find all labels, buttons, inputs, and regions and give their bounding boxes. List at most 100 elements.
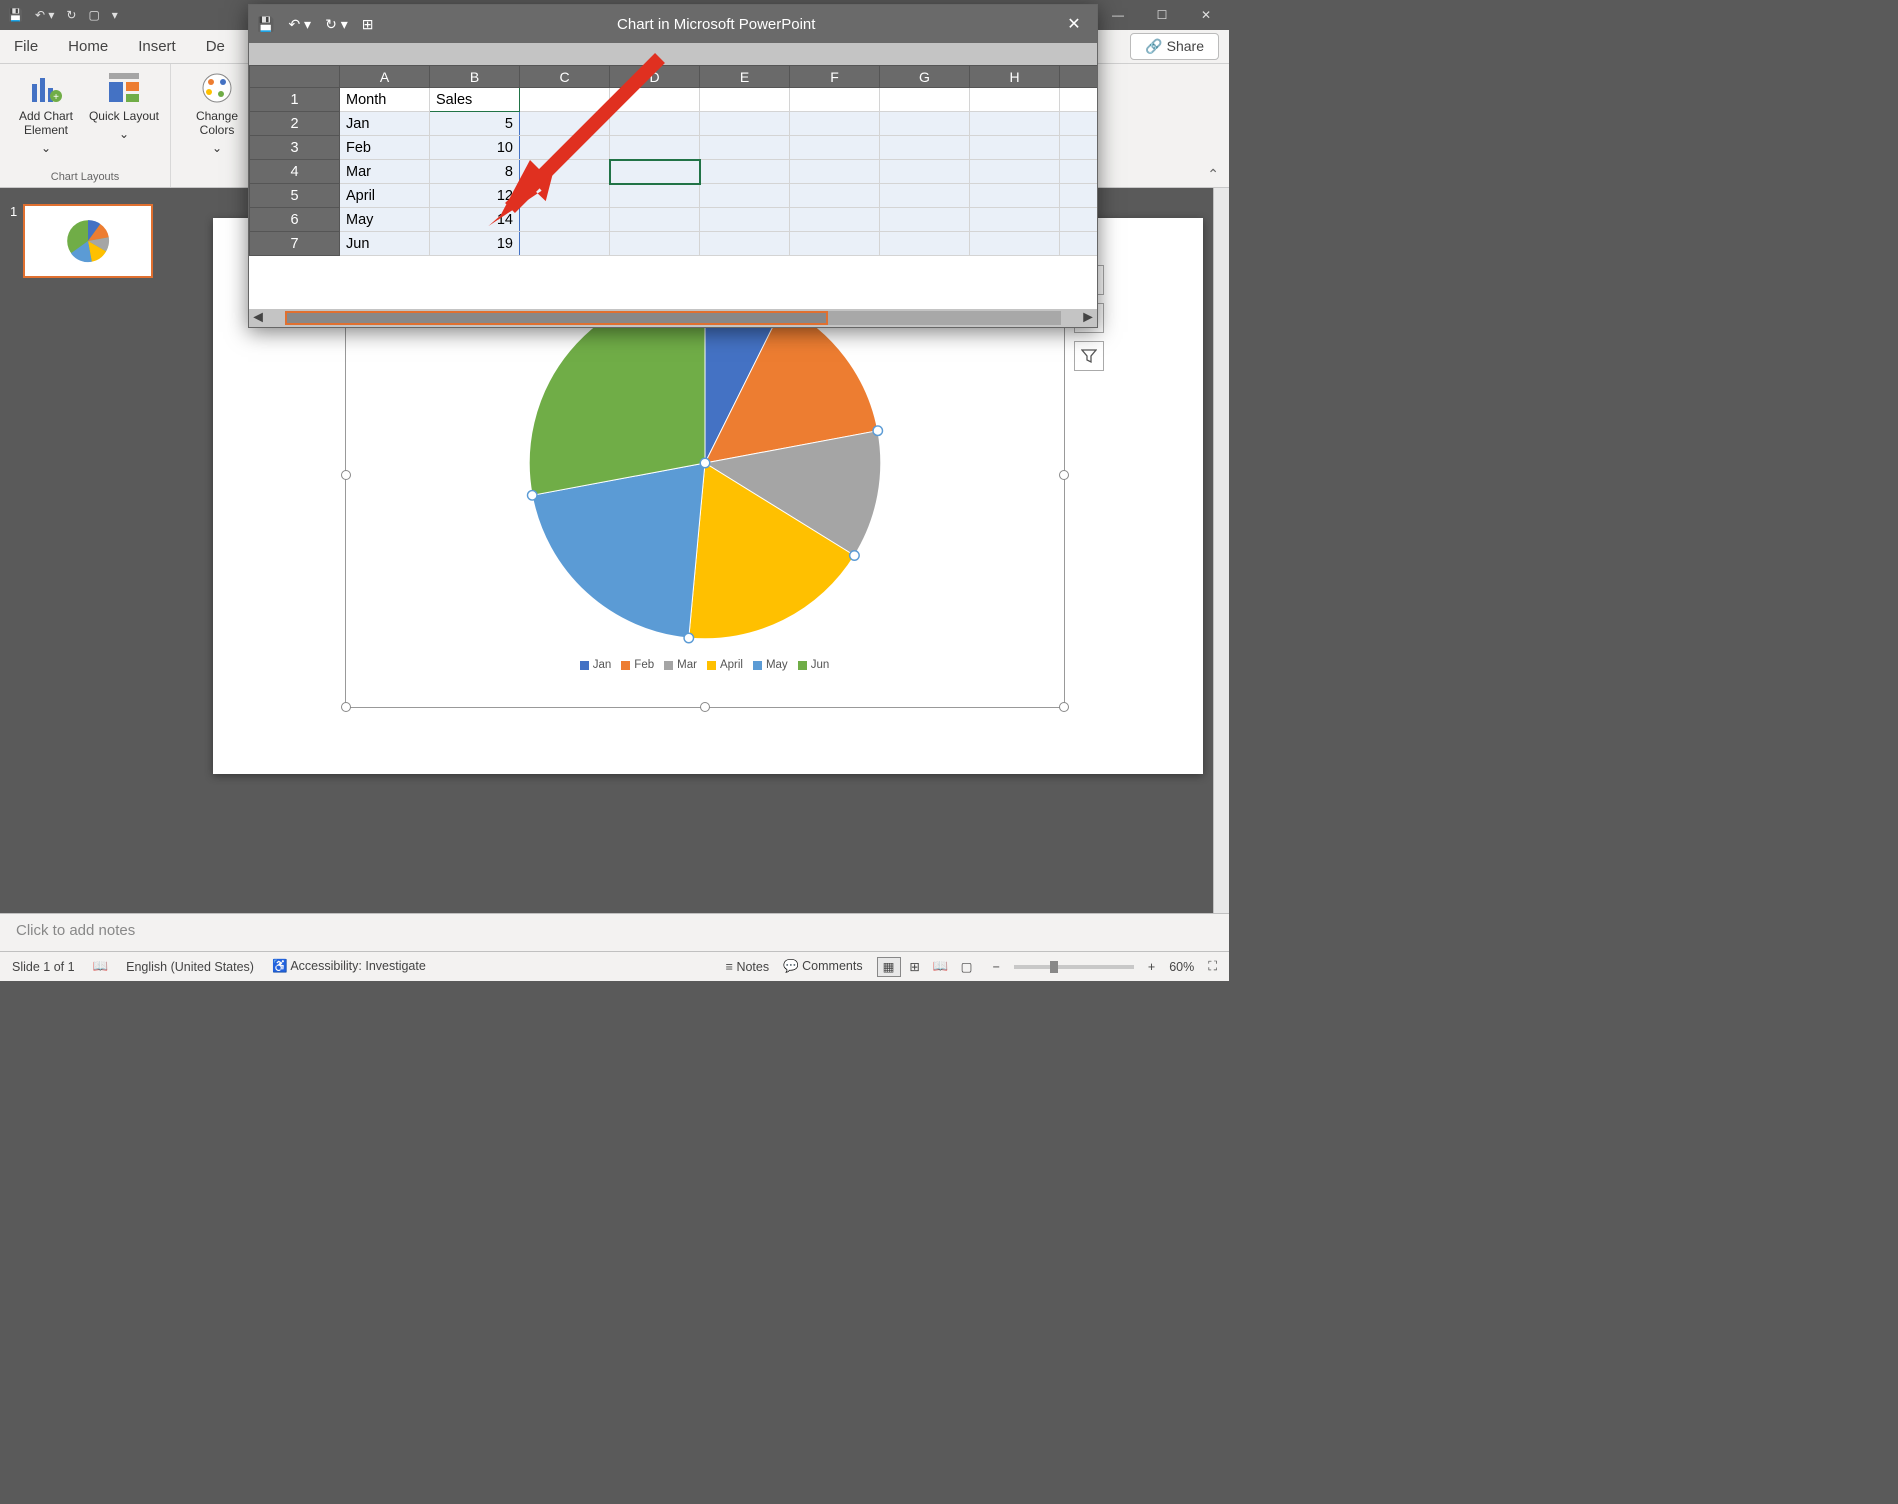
excel-edit-data-icon[interactable]: ⊞ — [362, 16, 374, 33]
quick-layout-button[interactable]: Quick Layout⌄ — [88, 70, 160, 155]
collapse-ribbon-icon[interactable]: ⌃ — [1197, 162, 1229, 187]
col-header-C[interactable]: C — [520, 66, 610, 88]
cell-E7[interactable] — [700, 232, 790, 256]
col-header-I[interactable]: I — [1060, 66, 1098, 88]
close-icon[interactable]: ✕ — [1191, 8, 1221, 22]
tab-insert[interactable]: Insert — [134, 32, 180, 61]
col-header-G[interactable]: G — [880, 66, 970, 88]
row-header-4[interactable]: 4 — [250, 160, 340, 184]
excel-redo-icon[interactable]: ↻ ▾ — [325, 16, 348, 33]
col-header-D[interactable]: D — [610, 66, 700, 88]
sorter-view-button[interactable]: ⊞ — [903, 957, 927, 977]
cell-H7[interactable] — [970, 232, 1060, 256]
legend-item[interactable]: Jan — [580, 659, 612, 671]
vertical-scrollbar[interactable] — [1213, 188, 1229, 913]
resize-handle[interactable] — [341, 470, 351, 480]
legend-item[interactable]: Jun — [798, 659, 830, 671]
accessibility-button[interactable]: ♿ Accessibility: Investigate — [272, 959, 426, 974]
cell-E6[interactable] — [700, 208, 790, 232]
cell-G6[interactable] — [880, 208, 970, 232]
cell-I2[interactable] — [1060, 112, 1098, 136]
comments-button[interactable]: 💬 Comments — [783, 959, 862, 974]
tab-design[interactable]: De — [202, 32, 229, 61]
spellcheck-icon[interactable]: 📖 — [93, 959, 109, 974]
chart-data-window[interactable]: 💾 ↶ ▾ ↻ ▾ ⊞ Chart in Microsoft PowerPoin… — [248, 4, 1098, 328]
thumbnail-1[interactable]: 1 — [10, 204, 176, 278]
legend-item[interactable]: Mar — [664, 659, 697, 671]
cell-B2[interactable]: 5 — [430, 112, 520, 136]
minimize-icon[interactable]: — — [1103, 8, 1133, 22]
excel-undo-icon[interactable]: ↶ ▾ — [288, 16, 311, 33]
slideshow-icon[interactable]: ▢ — [88, 8, 99, 22]
tab-home[interactable]: Home — [64, 32, 112, 61]
notes-pane[interactable]: Click to add notes — [0, 913, 1229, 951]
cell-F6[interactable] — [790, 208, 880, 232]
cell-F3[interactable] — [790, 136, 880, 160]
cell-G7[interactable] — [880, 232, 970, 256]
language-indicator[interactable]: English (United States) — [126, 960, 254, 974]
fit-to-window-button[interactable]: ⛶ — [1208, 959, 1217, 974]
cell-H6[interactable] — [970, 208, 1060, 232]
tab-file[interactable]: File — [10, 32, 42, 61]
cell-D3[interactable] — [610, 136, 700, 160]
cell-D1[interactable] — [610, 88, 700, 112]
cell-H4[interactable] — [970, 160, 1060, 184]
slideshow-view-button[interactable]: ▢ — [955, 957, 979, 977]
excel-h-scrollbar[interactable]: ◄ ► — [249, 309, 1097, 327]
cell-D7[interactable] — [610, 232, 700, 256]
cell-I1[interactable] — [1060, 88, 1098, 112]
cell-E5[interactable] — [700, 184, 790, 208]
scroll-left-icon[interactable]: ◄ — [249, 309, 267, 327]
cell-E1[interactable] — [700, 88, 790, 112]
cell-D5[interactable] — [610, 184, 700, 208]
cell-A6[interactable]: May — [340, 208, 430, 232]
cell-I4[interactable] — [1060, 160, 1098, 184]
notes-button[interactable]: ≡ Notes — [726, 960, 769, 974]
cell-G5[interactable] — [880, 184, 970, 208]
cell-A2[interactable]: Jan — [340, 112, 430, 136]
cell-A4[interactable]: Mar — [340, 160, 430, 184]
cell-C7[interactable] — [520, 232, 610, 256]
row-header-5[interactable]: 5 — [250, 184, 340, 208]
slide-indicator[interactable]: Slide 1 of 1 — [12, 960, 75, 974]
cell-B3[interactable]: 10 — [430, 136, 520, 160]
cell-B1[interactable]: Sales — [430, 88, 520, 112]
cell-A1[interactable]: Month — [340, 88, 430, 112]
cell-A7[interactable]: Jun — [340, 232, 430, 256]
zoom-level[interactable]: 60% — [1169, 960, 1194, 974]
legend-item[interactable]: May — [753, 659, 788, 671]
legend-item[interactable]: April — [707, 659, 743, 671]
cell-F1[interactable] — [790, 88, 880, 112]
save-icon[interactable]: 💾 — [8, 8, 23, 22]
cell-I5[interactable] — [1060, 184, 1098, 208]
cell-C2[interactable] — [520, 112, 610, 136]
cell-H1[interactable] — [970, 88, 1060, 112]
cell-C5[interactable] — [520, 184, 610, 208]
maximize-icon[interactable]: ☐ — [1147, 8, 1177, 22]
share-button[interactable]: 🔗 Share — [1130, 33, 1219, 60]
col-header-H[interactable]: H — [970, 66, 1060, 88]
legend-item[interactable]: Feb — [621, 659, 654, 671]
row-header-6[interactable]: 6 — [250, 208, 340, 232]
cell-G4[interactable] — [880, 160, 970, 184]
row-header-2[interactable]: 2 — [250, 112, 340, 136]
normal-view-button[interactable]: ▦ — [877, 957, 901, 977]
cell-G2[interactable] — [880, 112, 970, 136]
scroll-right-icon[interactable]: ► — [1079, 309, 1097, 327]
cell-A5[interactable]: April — [340, 184, 430, 208]
row-header-3[interactable]: 3 — [250, 136, 340, 160]
undo-icon[interactable]: ↶ ▾ — [35, 8, 54, 22]
cell-F5[interactable] — [790, 184, 880, 208]
cell-G1[interactable] — [880, 88, 970, 112]
cell-C4[interactable] — [520, 160, 610, 184]
row-header-1[interactable]: 1 — [250, 88, 340, 112]
zoom-slider[interactable] — [1014, 965, 1134, 969]
zoom-out-button[interactable]: − — [993, 960, 1000, 974]
cell-E4[interactable] — [700, 160, 790, 184]
redo-icon[interactable]: ↻ — [66, 8, 76, 22]
cell-B4[interactable]: 8 — [430, 160, 520, 184]
cell-D2[interactable] — [610, 112, 700, 136]
resize-handle[interactable] — [341, 702, 351, 712]
pie-chart[interactable] — [515, 273, 895, 653]
zoom-in-button[interactable]: + — [1148, 960, 1155, 974]
